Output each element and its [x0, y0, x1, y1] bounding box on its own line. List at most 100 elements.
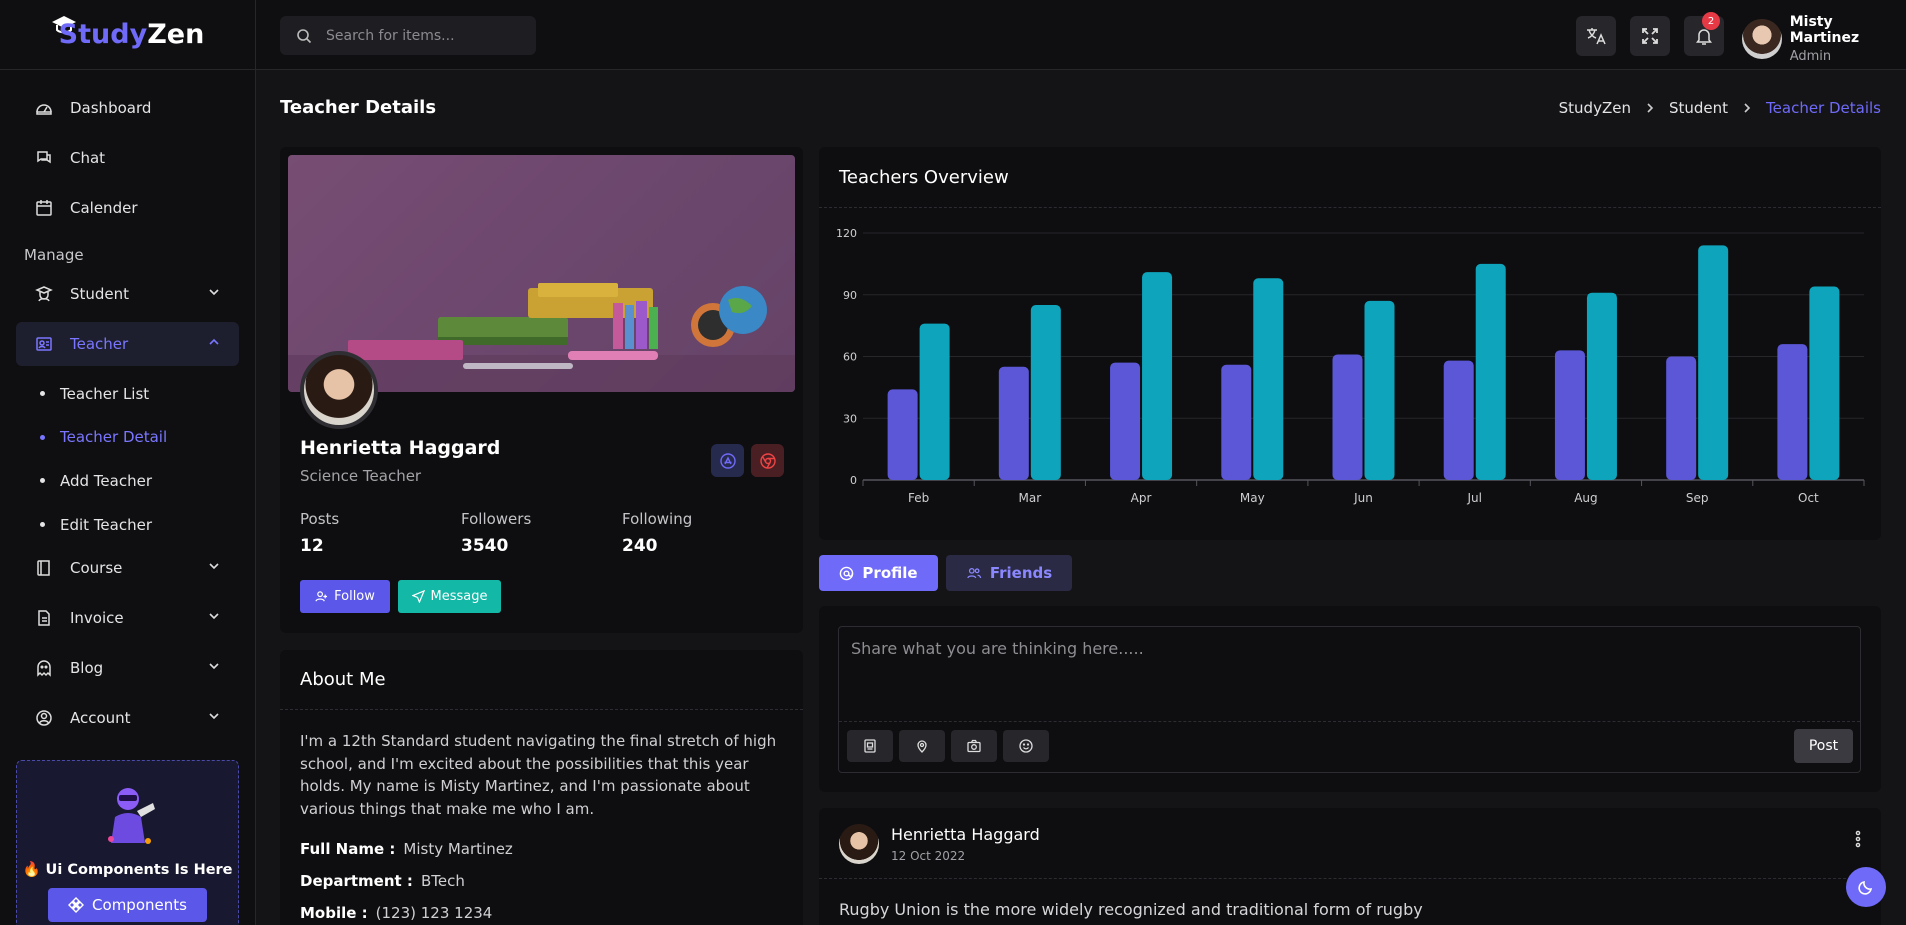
document-icon	[864, 739, 876, 753]
tab-friends[interactable]: Friends	[946, 555, 1072, 591]
tab-profile[interactable]: Profile	[819, 555, 938, 591]
sidebar-item-chat[interactable]: Chat	[16, 136, 239, 180]
sidebar-item-label: Invoice	[70, 609, 124, 628]
users-icon	[967, 567, 982, 578]
post-date: 12 Oct 2022	[891, 849, 966, 863]
more-vertical-icon	[1855, 830, 1861, 848]
topbar: 2 Misty Martinez Admin	[256, 0, 1906, 70]
overview-title: Teachers Overview	[819, 147, 1881, 208]
bar	[919, 323, 950, 480]
user-add-icon	[315, 591, 328, 602]
teacher-icon	[34, 334, 54, 354]
subitem-label: Add Teacher	[60, 471, 152, 490]
about-card: About Me I'm a 12th Standard student nav…	[280, 650, 803, 925]
bar	[1777, 344, 1808, 480]
sidebar-item-blog[interactable]: Blog	[16, 646, 239, 690]
blog-icon	[34, 658, 54, 678]
user-menu[interactable]: Misty Martinez Admin	[1742, 14, 1906, 64]
stat-posts: Posts 12	[300, 510, 339, 556]
message-button[interactable]: Message	[398, 580, 501, 613]
components-button[interactable]: Components	[48, 888, 207, 922]
chevron-down-icon	[207, 659, 221, 677]
components-promo: 🔥 Ui Components Is Here Components	[16, 760, 239, 925]
info-department: Department : BTech	[280, 872, 803, 890]
profile-banner	[288, 155, 795, 392]
theme-toggle-button[interactable]	[1846, 867, 1886, 907]
emoji-icon	[1019, 739, 1033, 753]
x-tick-label: May	[1240, 491, 1265, 505]
sidebar-item-dashboard[interactable]: Dashboard	[16, 86, 239, 130]
post-more-button[interactable]	[1855, 830, 1861, 852]
app-store-link[interactable]	[711, 444, 744, 477]
divider	[819, 878, 1881, 879]
post-text: Rugby Union is the more widely recognize…	[839, 900, 1423, 919]
post-button[interactable]: Post	[1794, 729, 1853, 763]
chevron-down-icon	[207, 609, 221, 627]
nav-section-manage: Manage	[24, 246, 84, 264]
attach-document-button[interactable]	[847, 730, 893, 762]
bar	[1221, 364, 1252, 480]
location-icon	[917, 740, 927, 753]
bullet-icon	[40, 478, 45, 484]
sidebar-item-course[interactable]: Course	[16, 546, 239, 590]
bullet-icon	[40, 391, 45, 397]
sidebar-item-calendar[interactable]: Calender	[16, 186, 239, 230]
follow-label: Follow	[334, 589, 375, 604]
y-tick-label: 60	[843, 351, 857, 364]
add-emoji-button[interactable]	[1003, 730, 1049, 762]
search-input[interactable]	[326, 27, 516, 44]
compose-box: Post	[838, 626, 1861, 773]
chrome-link[interactable]	[751, 444, 784, 477]
translate-button[interactable]	[1576, 16, 1616, 56]
user-role: Admin	[1789, 49, 1832, 64]
fullscreen-button[interactable]	[1630, 16, 1670, 56]
breadcrumb-item[interactable]: StudyZen	[1559, 99, 1631, 117]
add-photo-button[interactable]	[951, 730, 997, 762]
info-value: BTech	[420, 872, 465, 890]
info-label: Mobile :	[300, 904, 368, 922]
y-tick-label: 120	[836, 227, 857, 240]
dashboard-icon	[34, 98, 54, 118]
feed-post-card: Henrietta Haggard 12 Oct 2022 Rugby Unio…	[819, 808, 1881, 925]
chevron-down-icon	[207, 559, 221, 577]
sidebar-item-label: Calender	[70, 199, 138, 217]
user-name: Misty Martinez	[1789, 14, 1860, 46]
tab-label: Profile	[862, 564, 918, 582]
subitem-label: Teacher List	[60, 384, 150, 403]
post-author-name: Henrietta Haggard	[891, 825, 1040, 844]
breadcrumb-item[interactable]: Student	[1669, 99, 1728, 117]
post-textarea[interactable]	[839, 627, 1860, 722]
fullscreen-icon	[1642, 28, 1658, 44]
sidebar-subitem-teacher-list[interactable]: Teacher List	[16, 372, 239, 416]
info-mobile: Mobile : (123) 123 1234	[280, 904, 803, 922]
chevron-right-icon	[1647, 103, 1654, 113]
sidebar-subitem-teacher-detail[interactable]: Teacher Detail	[16, 416, 239, 460]
info-value: Misty Martinez	[403, 840, 513, 858]
x-tick-label: Oct	[1798, 491, 1819, 505]
invoice-icon	[34, 608, 54, 628]
y-tick-label: 90	[843, 289, 857, 302]
bar	[1443, 360, 1474, 480]
logo[interactable]: StudyZen	[0, 0, 255, 70]
book-icon	[34, 558, 54, 578]
add-location-button[interactable]	[899, 730, 945, 762]
sidebar-subitem-add-teacher[interactable]: Add Teacher	[16, 459, 239, 503]
sidebar-subitem-edit-teacher[interactable]: Edit Teacher	[16, 503, 239, 547]
stat-label: Following	[622, 510, 693, 528]
calendar-icon	[34, 198, 54, 218]
profile-card: Henrietta Haggard Science Teacher Posts …	[280, 147, 803, 633]
sidebar-item-invoice[interactable]: Invoice	[16, 596, 239, 640]
search-box[interactable]	[280, 16, 536, 55]
sidebar-item-account[interactable]: Account	[16, 696, 239, 740]
notification-badge: 2	[1702, 12, 1720, 30]
sidebar-item-label: Chat	[70, 149, 106, 167]
notifications-button[interactable]: 2	[1684, 12, 1724, 56]
follow-button[interactable]: Follow	[300, 580, 390, 613]
sidebar-item-teacher[interactable]: Teacher	[16, 322, 239, 366]
chevron-down-icon	[207, 285, 221, 303]
stat-followers: Followers 3540	[461, 510, 531, 556]
sidebar-item-student[interactable]: Student	[16, 272, 239, 316]
sidebar: StudyZen Dashboard Chat Calender Manage …	[0, 0, 256, 925]
post-author-avatar	[839, 824, 879, 864]
bar	[1698, 245, 1729, 480]
